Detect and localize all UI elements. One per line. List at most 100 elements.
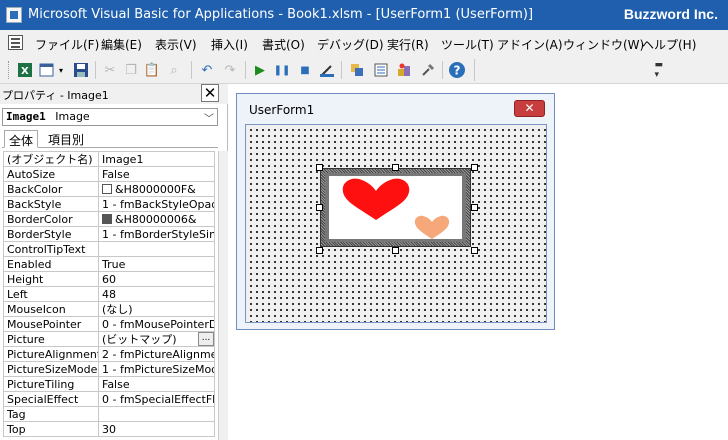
resize-handle-n[interactable] [392,164,399,171]
property-value[interactable] [98,406,215,422]
resize-handle-se[interactable] [471,247,478,254]
property-name[interactable]: Enabled [3,256,99,272]
break-icon[interactable]: ❚❚ [273,61,291,79]
resize-handle-sw[interactable] [316,247,323,254]
menu-window[interactable]: ウィンドウ(W) [563,36,644,53]
property-name[interactable]: PictureSizeMode [3,361,99,377]
help-icon[interactable]: ? [448,61,466,79]
property-name[interactable]: Height [3,271,99,287]
image1-control[interactable] [316,164,478,254]
menu-run[interactable]: 実行(R) [387,36,429,53]
property-row[interactable]: SpecialEffect 0 - fmSpecialEffectFlat [3,391,215,407]
property-name[interactable]: Top [3,421,99,437]
property-value[interactable]: &H8000000F& [98,181,215,197]
property-name[interactable]: BorderStyle [3,226,99,242]
property-value[interactable]: False [98,376,215,392]
property-value[interactable]: 30 [98,421,215,437]
property-row[interactable]: ControlTipText [3,241,215,257]
property-value[interactable]: False [98,166,215,182]
property-row[interactable]: MousePointer0 - fmMousePointerDefault [3,316,215,332]
property-row[interactable]: Enabled True [3,256,215,272]
property-value[interactable]: (なし) [98,301,215,317]
menu-view[interactable]: 表示(V) [155,36,197,53]
property-value[interactable]: Image1 [98,151,215,167]
property-row[interactable]: AutoSize False [3,166,215,182]
property-row[interactable]: MouseIcon (なし) [3,301,215,317]
property-row[interactable]: Height 60 [3,271,215,287]
userform-close-button[interactable]: ✕ [514,100,545,117]
property-row[interactable]: Top 30 [3,421,215,437]
menu-file[interactable]: ファイル(F) [35,36,99,53]
resize-handle-s[interactable] [392,247,399,254]
save-icon[interactable] [72,61,90,79]
toolbox-icon[interactable] [419,61,437,79]
property-value[interactable]: &H80000006& [98,211,215,227]
insert-userform-icon[interactable] [38,61,56,79]
menu-addins[interactable]: アドイン(A) [497,36,563,53]
run-icon[interactable]: ▶ [251,61,269,79]
property-value[interactable]: 1 - fmBackStyleOpaque [98,196,215,212]
undo-icon[interactable]: ↶ [198,61,216,79]
property-row[interactable]: PictureAlignment2 - fmPictureAlignmentCe… [3,346,215,362]
property-value[interactable]: 2 - fmPictureAlignmentCenter [98,346,215,362]
redo-icon[interactable]: ↷ [221,61,239,79]
property-row[interactable]: Picture (ビットマップ)... [3,331,215,347]
resize-handle-ne[interactable] [471,164,478,171]
property-row[interactable]: Tag [3,406,215,422]
property-name[interactable]: MouseIcon [3,301,99,317]
view-excel-icon[interactable]: X [16,61,34,79]
project-explorer-icon[interactable] [348,61,366,79]
property-value[interactable] [98,241,215,257]
property-name[interactable]: BackColor [3,181,99,197]
menu-insert[interactable]: 挿入(I) [211,36,248,53]
copy-icon[interactable]: ❐ [122,61,140,79]
resize-handle-e[interactable] [471,204,478,211]
menu-edit[interactable]: 編集(E) [101,36,142,53]
property-name[interactable]: Left [3,286,99,302]
property-row[interactable]: PictureSizeMode1 - fmPictureSizeModeStre… [3,361,215,377]
property-name[interactable]: AutoSize [3,166,99,182]
property-row[interactable]: BorderColor &H80000006& [3,211,215,227]
menu-help[interactable]: ヘルプ(H) [642,36,696,53]
property-name[interactable]: BorderColor [3,211,99,227]
property-grid-scrollbar[interactable] [218,151,228,440]
property-value[interactable]: 1 - fmBorderStyleSingle [98,226,215,242]
property-name[interactable]: Picture [3,331,99,347]
property-name[interactable]: SpecialEffect [3,391,99,407]
system-menu-icon[interactable] [8,35,23,50]
menu-tools[interactable]: ツール(T) [441,36,494,53]
picture-browse-button[interactable]: ... [198,332,214,346]
resize-handle-w[interactable] [316,204,323,211]
property-row[interactable]: (オブジェクト名) Image1 [3,151,215,167]
object-selector[interactable]: Image1 Image ﹀ [2,108,218,126]
property-row[interactable]: PictureTiling False [3,376,215,392]
menu-debug[interactable]: デバッグ(D) [317,36,384,53]
property-row[interactable]: BackStyle1 - fmBackStyleOpaque [3,196,215,212]
properties-close-button[interactable]: ✕ [201,84,219,102]
find-icon[interactable]: ⌕ [165,61,183,79]
property-value[interactable]: (ビットマップ)... [98,331,215,347]
property-value[interactable]: 0 - fmSpecialEffectFlat [98,391,215,407]
insert-dropdown-icon[interactable]: ▾ [56,61,66,79]
toolbar-options-icon[interactable]: ▬ ▾ [654,60,663,80]
property-value[interactable]: 60 [98,271,215,287]
paste-icon[interactable]: 📋 [143,61,161,79]
property-name[interactable]: (オブジェクト名) [3,151,99,167]
property-name[interactable]: PictureTiling [3,376,99,392]
resize-handle-nw[interactable] [316,164,323,171]
tab-categorized[interactable]: 項目別 [44,130,88,148]
property-row[interactable]: BorderStyle1 - fmBorderStyleSingle [3,226,215,242]
property-row[interactable]: BackColor &H8000000F& [3,181,215,197]
design-mode-icon[interactable] [318,61,336,79]
property-name[interactable]: BackStyle [3,196,99,212]
reset-icon[interactable]: ■ [296,61,314,79]
menu-format[interactable]: 書式(O) [262,36,305,53]
chevron-down-icon[interactable]: ﹀ [204,110,214,125]
property-value[interactable]: 0 - fmMousePointerDefault [98,316,215,332]
property-value[interactable]: 48 [98,286,215,302]
property-value[interactable]: True [98,256,215,272]
property-value[interactable]: 1 - fmPictureSizeModeStretch [98,361,215,377]
property-row[interactable]: Left 48 [3,286,215,302]
property-name[interactable]: MousePointer [3,316,99,332]
toolbar-grip[interactable] [8,61,11,79]
